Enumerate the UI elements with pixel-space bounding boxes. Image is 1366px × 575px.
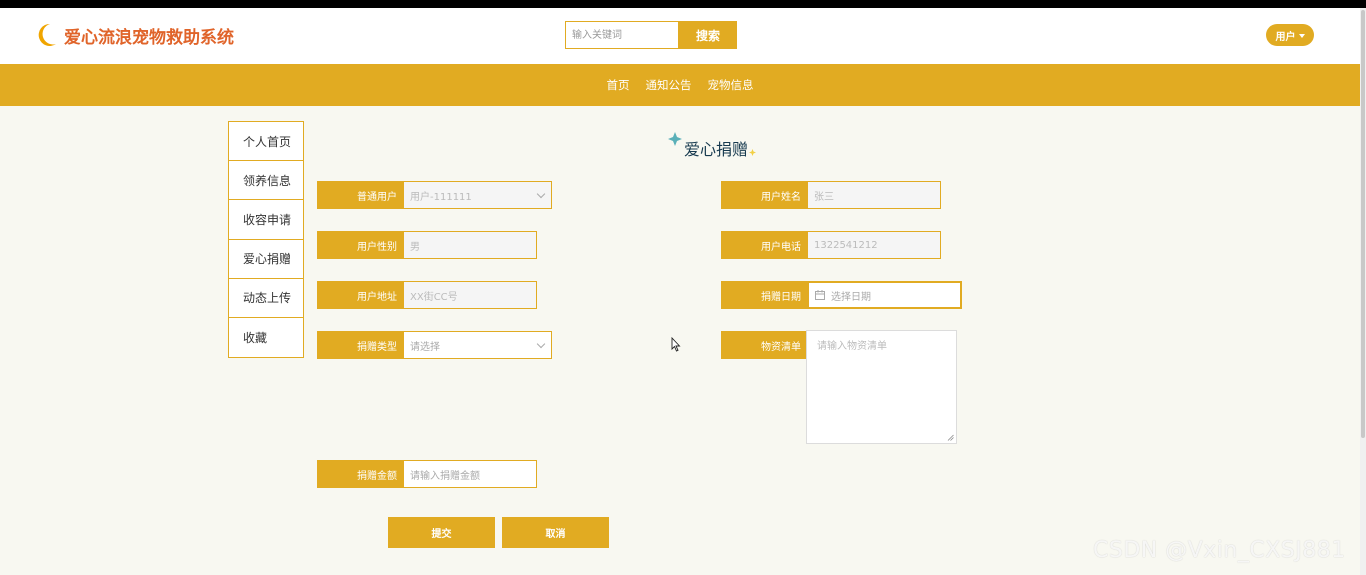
sidebar-item-post-upload[interactable]: 动态上传 [229, 279, 303, 318]
materials-list-label: 物资清单 [721, 331, 807, 359]
mouse-cursor-icon [671, 337, 681, 352]
field-donation-type: 捐赠类型 请选择 [317, 331, 552, 359]
user-address-input[interactable]: XX街CC号 [403, 281, 537, 309]
field-user-name: 用户姓名 张三 [721, 181, 941, 209]
user-account-select[interactable]: 用户-111111 [403, 181, 552, 209]
user-account-value: 用户-111111 [410, 191, 472, 203]
sidebar-menu: 个人首页 领养信息 收容申请 爱心捐赠 动态上传 收藏 [228, 121, 304, 359]
user-phone-value: 1322541212 [814, 239, 878, 251]
nav-item-pets[interactable]: 宠物信息 [708, 77, 754, 93]
donation-type-label: 捐赠类型 [317, 331, 403, 359]
form-heading: 爱心捐赠 [668, 132, 757, 160]
donation-type-select[interactable]: 请选择 [403, 331, 552, 359]
search-input[interactable] [565, 21, 679, 49]
user-phone-label: 用户电话 [721, 231, 807, 259]
field-user-address: 用户地址 XX街CC号 [317, 281, 537, 309]
field-user-gender: 用户性别 男 [317, 231, 537, 259]
site-title: 爱心流浪宠物救助系统 [64, 27, 234, 48]
user-account-label: 普通用户 [317, 181, 403, 209]
watermark-text: CSDN @Vxin_CXSJ881 [1093, 538, 1346, 563]
field-user-phone: 用户电话 1322541212 [721, 231, 941, 259]
chevron-down-icon [536, 189, 546, 199]
sidebar-item-shelter-application[interactable]: 收容申请 [229, 200, 303, 240]
user-gender-value: 男 [410, 241, 420, 253]
user-gender-label: 用户性别 [317, 231, 403, 259]
header: 爱心流浪宠物救助系统 搜索 用户 [0, 8, 1360, 64]
donation-date-label: 捐赠日期 [721, 281, 807, 309]
cancel-button[interactable]: 取消 [502, 517, 609, 548]
materials-list-placeholder: 请输入物资清单 [817, 341, 887, 352]
donation-date-picker[interactable]: 选择日期 [807, 281, 962, 309]
calendar-icon [815, 290, 825, 300]
moon-icon [38, 23, 56, 46]
window-top-strip [0, 0, 1366, 8]
page-title: 爱心捐赠 [684, 140, 749, 159]
field-materials-list: 物资清单 [721, 331, 807, 359]
search-button[interactable]: 搜索 [679, 21, 737, 49]
user-name-input[interactable]: 张三 [807, 181, 941, 209]
site-logo[interactable]: 爱心流浪宠物救助系统 [36, 22, 234, 48]
nav-item-home[interactable]: 首页 [607, 77, 630, 93]
sidebar-item-adoption-info[interactable]: 领养信息 [229, 161, 303, 201]
sidebar-item-donation[interactable]: 爱心捐赠 [229, 240, 303, 279]
sidebar-item-favorites[interactable]: 收藏 [229, 318, 303, 357]
user-address-label: 用户地址 [317, 281, 403, 309]
small-star-icon [749, 149, 757, 156]
field-user-account: 普通用户 用户-111111 [317, 181, 552, 209]
user-menu-dropdown[interactable]: 用户 [1266, 24, 1314, 46]
scrollbar-thumb[interactable] [1361, 10, 1365, 438]
donation-amount-label: 捐赠金额 [317, 460, 403, 488]
caret-down-icon [1298, 33, 1305, 38]
user-name-value: 张三 [814, 191, 834, 203]
field-donation-amount: 捐赠金额 请输入捐赠金额 [317, 460, 537, 488]
user-name-label: 用户姓名 [721, 181, 807, 209]
sidebar-item-personal-home[interactable]: 个人首页 [229, 122, 303, 162]
donation-type-placeholder: 请选择 [410, 341, 440, 353]
user-address-value: XX街CC号 [410, 291, 458, 303]
resize-grip-icon[interactable] [947, 434, 954, 441]
user-phone-input[interactable]: 1322541212 [807, 231, 941, 259]
donation-amount-input[interactable]: 请输入捐赠金额 [403, 460, 537, 488]
sparkle-icon [668, 132, 682, 146]
chevron-down-icon [536, 339, 546, 349]
materials-list-textarea[interactable]: 请输入物资清单 [806, 330, 957, 444]
field-donation-date: 捐赠日期 选择日期 [721, 281, 962, 309]
main-nav: 首页 通知公告 宠物信息 [0, 64, 1360, 106]
user-gender-input[interactable]: 男 [403, 231, 537, 259]
nav-item-notices[interactable]: 通知公告 [646, 77, 692, 93]
user-menu-label: 用户 [1275, 31, 1296, 43]
donation-amount-placeholder: 请输入捐赠金额 [410, 470, 480, 482]
submit-button[interactable]: 提交 [388, 517, 495, 548]
donation-date-placeholder: 选择日期 [831, 291, 871, 303]
